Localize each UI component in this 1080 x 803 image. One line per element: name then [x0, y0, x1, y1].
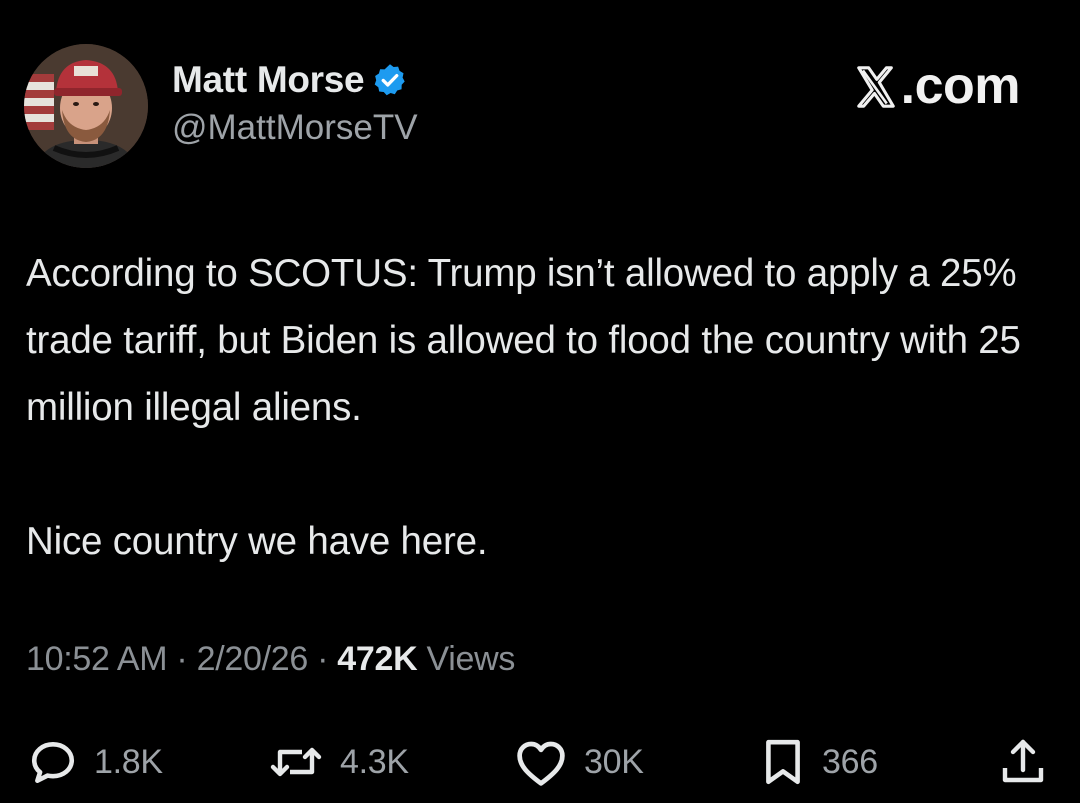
- heart-icon: [514, 737, 568, 787]
- bookmark-icon: [760, 737, 806, 787]
- verified-badge-icon: [372, 62, 408, 98]
- action-bar: 1.8K 4.3K 30K 366: [24, 732, 1056, 792]
- share-button[interactable]: [998, 732, 1048, 792]
- tweet-date[interactable]: 2/20/26: [197, 640, 309, 678]
- tweet-paragraph: According to SCOTUS: Trump isn’t allowed…: [26, 252, 1021, 429]
- handle[interactable]: @MattMorseTV: [172, 108, 418, 148]
- x-logo-icon: [853, 63, 899, 109]
- share-icon: [998, 736, 1048, 788]
- display-name[interactable]: Matt Morse: [172, 59, 365, 101]
- meta-separator: ·: [307, 640, 338, 678]
- tweet-paragraph: Nice country we have here.: [26, 520, 488, 563]
- tweet-header: Matt Morse @MattMorseTV .com: [24, 44, 1056, 170]
- views-label: Views: [417, 640, 516, 678]
- retweet-count: 4.3K: [340, 742, 409, 781]
- reply-count: 1.8K: [94, 742, 163, 781]
- like-count: 30K: [584, 742, 644, 781]
- display-name-row: Matt Morse: [172, 54, 418, 106]
- tweet-meta: 10:52 AM · 2/20/26 · 472K Views: [26, 640, 515, 679]
- like-button[interactable]: 30K: [514, 732, 644, 792]
- retweet-icon: [268, 737, 324, 787]
- bookmark-button[interactable]: 366: [760, 732, 878, 792]
- site-logo: .com: [853, 56, 1021, 116]
- author-info: Matt Morse @MattMorseTV: [172, 54, 418, 148]
- reply-icon: [28, 737, 78, 787]
- tweet-time[interactable]: 10:52 AM: [26, 640, 168, 678]
- avatar[interactable]: [24, 44, 148, 168]
- tweet-text: According to SCOTUS: Trump isn’t allowed…: [26, 240, 1046, 575]
- meta-separator: ·: [167, 640, 197, 678]
- site-logo-text: .com: [900, 57, 1021, 115]
- retweet-button[interactable]: 4.3K: [268, 732, 409, 792]
- bookmark-count: 366: [822, 742, 878, 781]
- views-count[interactable]: 472K: [337, 640, 417, 678]
- reply-button[interactable]: 1.8K: [28, 732, 163, 792]
